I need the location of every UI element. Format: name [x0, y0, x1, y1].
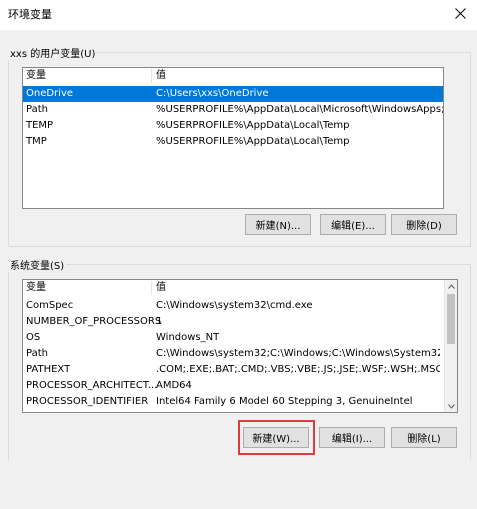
system-var-name: NUMBER_OF_PROCESSORS — [26, 316, 162, 327]
user-var-row-temp[interactable]: TEMP %USERPROFILE%\AppData\Local\Temp — [23, 118, 443, 134]
system-var-row-path[interactable]: Path C:\Windows\system32;C:\Windows;C:\W… — [23, 346, 443, 362]
system-var-value: C:\Windows\system32;C:\Windows;C:\Window… — [156, 348, 440, 359]
user-var-name: Path — [26, 104, 48, 115]
system-var-row-processor-architecture[interactable]: PROCESSOR_ARCHITECT... AMD64 — [23, 378, 443, 394]
system-var-value: AMD64 — [156, 380, 192, 391]
title-bar: 环境变量 — [0, 0, 477, 30]
column-header-name[interactable]: 变量 — [26, 68, 46, 84]
chevron-down-icon — [447, 403, 455, 409]
system-var-name: PROCESSOR_ARCHITECT... — [26, 380, 158, 391]
system-var-row-comspec[interactable]: ComSpec C:\Windows\system32\cmd.exe — [23, 298, 443, 314]
scroll-thumb[interactable] — [447, 294, 455, 344]
user-var-value: %USERPROFILE%\AppData\Local\Temp — [156, 136, 350, 147]
dialog-footer — [0, 460, 477, 509]
column-header-name[interactable]: 变量 — [26, 280, 46, 296]
user-delete-button[interactable]: 删除(D) — [391, 214, 457, 235]
user-var-value: C:\Users\xxs\OneDrive — [156, 88, 269, 99]
user-var-name: OneDrive — [26, 88, 74, 99]
user-var-row-path[interactable]: Path %USERPROFILE%\AppData\Local\Microso… — [23, 102, 443, 118]
system-var-row-pathext[interactable]: PATHEXT .COM;.EXE;.BAT;.CMD;.VBS;.VBE;.J… — [23, 362, 443, 378]
system-var-name: OS — [26, 332, 41, 343]
user-var-row-onedrive[interactable]: OneDrive C:\Users\xxs\OneDrive — [23, 86, 443, 102]
system-vars-scrollbar[interactable] — [444, 280, 457, 412]
user-vars-list[interactable]: 变量 值 OneDrive C:\Users\xxs\OneDrive Path… — [22, 67, 444, 209]
system-delete-button[interactable]: 删除(L) — [391, 427, 457, 448]
system-var-row-number-of-processors[interactable]: NUMBER_OF_PROCESSORS 1 — [23, 314, 443, 330]
user-var-row-tmp[interactable]: TMP %USERPROFILE%\AppData\Local\Temp — [23, 134, 443, 150]
user-var-value: %USERPROFILE%\AppData\Local\Temp — [156, 120, 350, 131]
system-var-value: .COM;.EXE;.BAT;.CMD;.VBS;.VBE;.JS;.JSE;.… — [156, 364, 440, 375]
system-var-row-os[interactable]: OS Windows_NT — [23, 330, 443, 346]
system-vars-label: 系统变量(S) — [8, 257, 67, 272]
window-title: 环境变量 — [8, 8, 52, 21]
user-edit-button[interactable]: 编辑(E)... — [320, 214, 386, 235]
close-icon — [454, 7, 466, 19]
user-var-name: TEMP — [26, 120, 54, 131]
scroll-down-arrow[interactable] — [445, 400, 457, 412]
system-var-name: ComSpec — [26, 300, 74, 311]
user-vars-header: 变量 值 — [23, 68, 443, 84]
system-var-value: 1 — [156, 316, 163, 327]
system-edit-button[interactable]: 编辑(I)... — [319, 427, 385, 448]
column-header-value[interactable]: 值 — [156, 280, 166, 296]
scroll-up-arrow[interactable] — [445, 280, 457, 292]
column-separator[interactable] — [151, 69, 152, 83]
column-separator[interactable] — [151, 281, 152, 295]
system-new-button[interactable]: 新建(W)... — [243, 427, 309, 448]
system-var-row-processor-identifier[interactable]: PROCESSOR_IDENTIFIER Intel64 Family 6 Mo… — [23, 394, 443, 410]
user-var-name: TMP — [26, 136, 47, 147]
user-new-button[interactable]: 新建(N)... — [245, 214, 311, 235]
system-var-value: Intel64 Family 6 Model 60 Stepping 3, Ge… — [156, 396, 413, 407]
system-var-name: PROCESSOR_IDENTIFIER — [26, 396, 149, 407]
system-var-name: Path — [26, 348, 48, 359]
close-button[interactable] — [449, 3, 471, 23]
chevron-up-icon — [447, 283, 455, 289]
system-var-value: C:\Windows\system32\cmd.exe — [156, 300, 313, 311]
user-vars-label: xxs 的用户变量(U) — [8, 45, 98, 60]
system-var-name: PATHEXT — [26, 364, 71, 375]
user-var-value: %USERPROFILE%\AppData\Local\Microsoft\Wi… — [156, 104, 444, 115]
system-vars-list[interactable]: 变量 值 ComSpec C:\Windows\system32\cmd.exe… — [22, 279, 458, 413]
system-vars-header: 变量 值 — [23, 280, 443, 296]
system-var-value: Windows_NT — [156, 332, 220, 343]
column-header-value[interactable]: 值 — [156, 68, 166, 84]
